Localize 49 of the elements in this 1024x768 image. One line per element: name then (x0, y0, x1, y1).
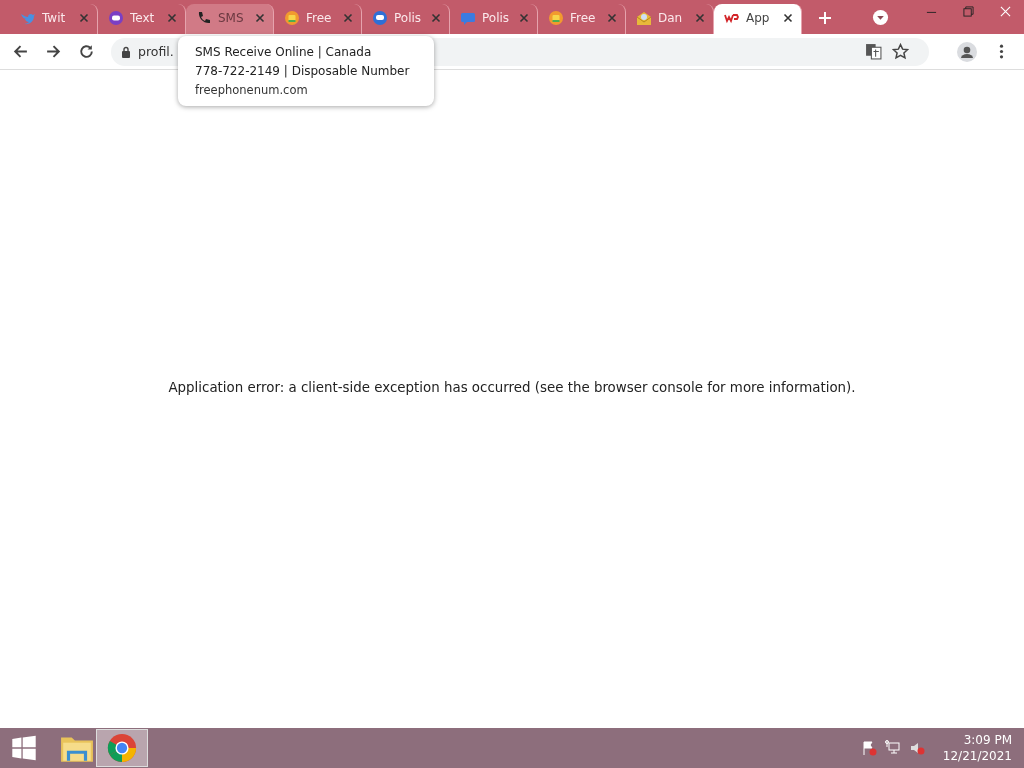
tab-title: Text (130, 11, 156, 25)
speaker-icon[interactable] (908, 740, 925, 756)
browser-tab[interactable]: Polis (362, 4, 450, 34)
browser-tab[interactable]: App (714, 4, 802, 34)
flag-icon[interactable] (860, 740, 877, 756)
clock-date: 12/21/2021 (942, 748, 1012, 764)
back-icon[interactable] (12, 43, 29, 60)
tab-title: Free (570, 11, 597, 25)
network-icon[interactable] (884, 740, 901, 756)
chat-bubble-icon (372, 10, 388, 26)
mailbox-icon (284, 10, 300, 26)
tab-title: Polis (394, 11, 423, 25)
browser-tab[interactable]: Free (538, 4, 626, 34)
restore-icon[interactable] (963, 6, 974, 17)
tab-title: Polis (482, 11, 511, 25)
close-icon[interactable] (783, 13, 793, 23)
tab-title: SMS (218, 11, 245, 25)
tab-search-icon[interactable] (872, 9, 889, 26)
phone-icon (196, 10, 212, 26)
tab-title: App (746, 11, 771, 25)
reload-icon[interactable] (78, 43, 95, 60)
envelope-icon (636, 10, 652, 26)
tooltip-title: SMS Receive Online | Canada (195, 45, 373, 59)
browser-tab[interactable]: Polis (450, 4, 538, 34)
taskbar-button[interactable] (96, 729, 148, 767)
new-tab-icon[interactable] (818, 11, 832, 25)
error-message: Application error: a client-side exception has occurred (see the browser console for more information). (168, 379, 856, 397)
browser-tab[interactable]: Dan (626, 4, 714, 34)
tab-title: Twit (42, 11, 67, 25)
url-text: profil. (138, 44, 174, 59)
chat-icon (108, 10, 124, 26)
lock-icon (121, 45, 131, 58)
windows-logo-icon[interactable] (10, 735, 38, 761)
tooltip-domain: freephonenum.com (195, 83, 309, 97)
browser-tab[interactable]: Twit (10, 4, 98, 34)
tooltip-subtitle: 778-722-2149 | Disposable Number (195, 64, 411, 78)
browser-tab[interactable]: Text (98, 4, 186, 34)
browser-tab[interactable]: Free (274, 4, 362, 34)
sms-icon (460, 10, 476, 26)
tab-title: Dan (658, 11, 684, 25)
profile-icon[interactable] (957, 41, 977, 62)
browser-logo-icon (107, 733, 137, 763)
browser-tab[interactable]: SMS (186, 4, 274, 34)
clock-time: 3:09 PM (963, 732, 1012, 748)
star-icon[interactable] (892, 43, 909, 60)
tab-title: Free (306, 11, 333, 25)
mailbox-icon (548, 10, 564, 26)
translate-icon[interactable] (865, 43, 882, 60)
forward-icon[interactable] (45, 43, 62, 60)
